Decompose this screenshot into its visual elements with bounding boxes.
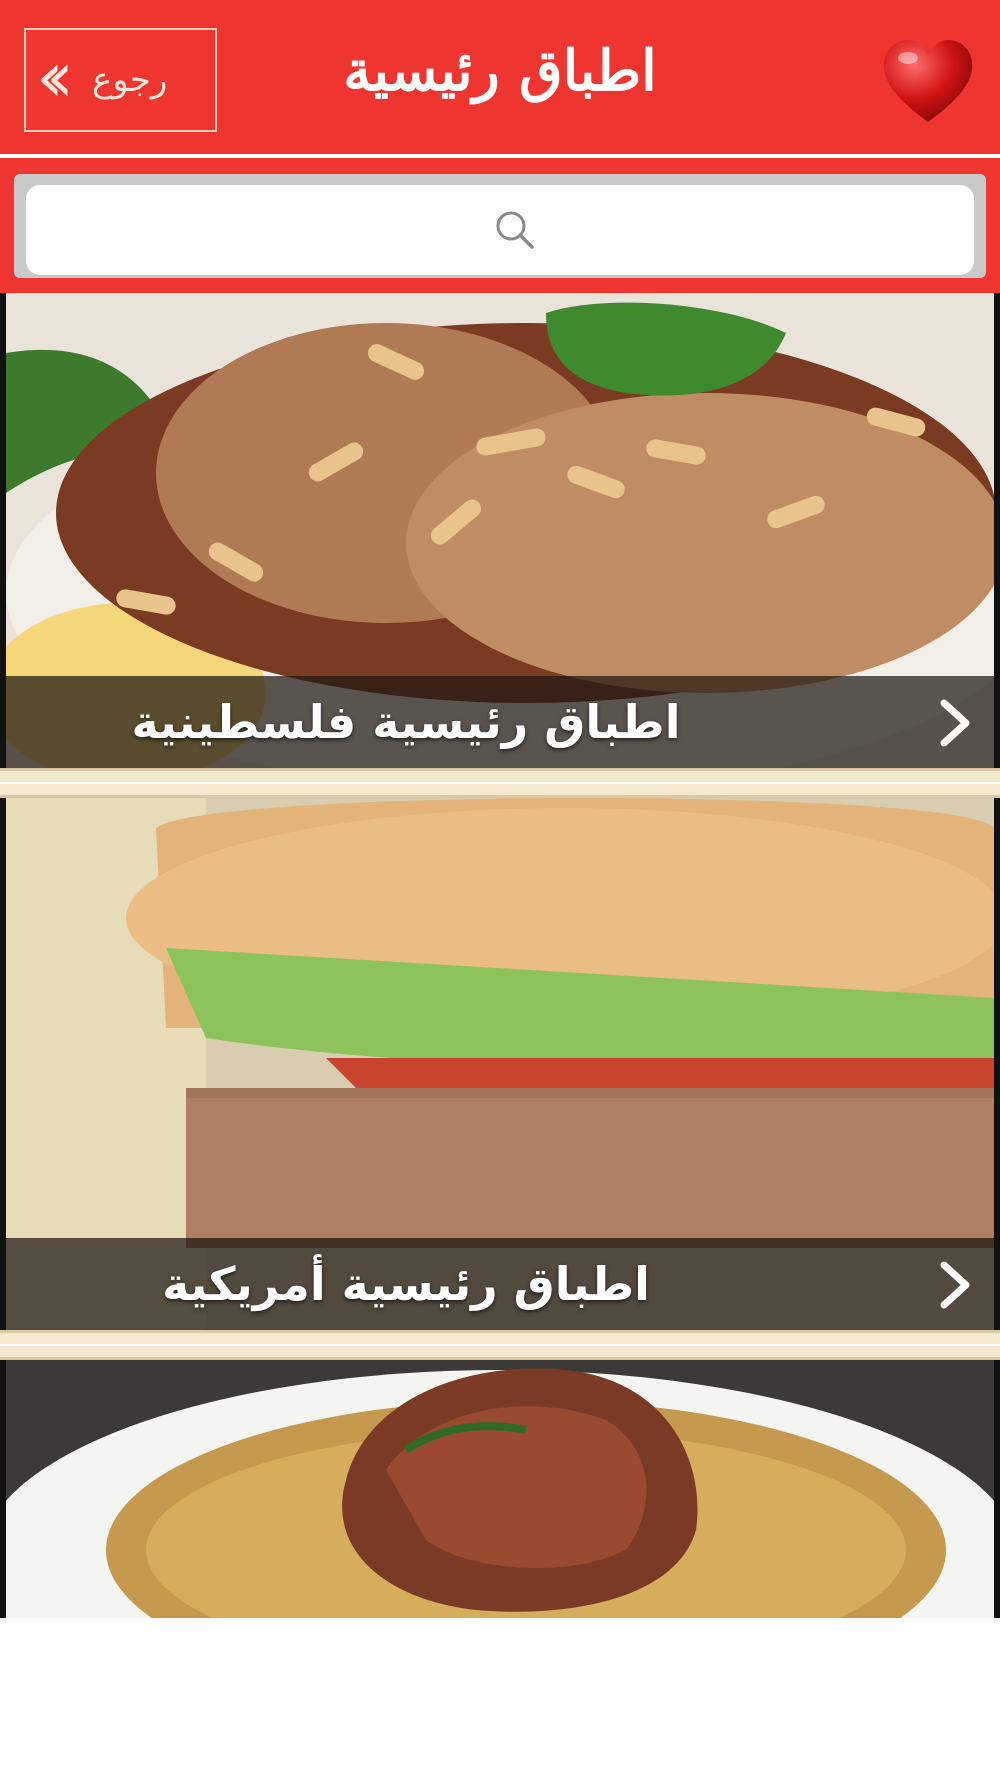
category-title: اطباق رئيسية أمريكية bbox=[162, 1257, 650, 1311]
category-title: اطباق رئيسية فلسطينية bbox=[131, 695, 681, 749]
search-input[interactable] bbox=[26, 185, 974, 275]
heart-icon[interactable] bbox=[878, 30, 978, 130]
double-chevron-left-icon: ‹‹ bbox=[36, 36, 74, 118]
chevron-right-icon bbox=[940, 699, 970, 747]
separator-line bbox=[0, 782, 1000, 784]
search-icon bbox=[496, 211, 534, 249]
top-bar: ‹‹ رجوع اطباق رئيسية bbox=[0, 0, 1000, 155]
category-card[interactable]: اطباق رئيسية فلسطينية bbox=[0, 293, 1000, 768]
back-button-label: رجوع bbox=[92, 60, 168, 100]
card-separator bbox=[0, 1330, 1000, 1360]
category-caption[interactable]: اطباق رئيسية فلسطينية bbox=[6, 676, 994, 768]
back-button[interactable]: ‹‹ رجوع bbox=[24, 28, 217, 132]
chevron-right-icon bbox=[940, 1261, 970, 1309]
category-caption[interactable]: اطباق رئيسية أمريكية bbox=[6, 1238, 994, 1330]
separator-line bbox=[0, 1344, 1000, 1346]
category-card[interactable] bbox=[0, 1360, 1000, 1618]
page-title: اطباق رئيسية bbox=[343, 38, 657, 104]
dish-photo bbox=[6, 1360, 994, 1618]
category-card[interactable]: اطباق رئيسية أمريكية bbox=[0, 798, 1000, 1330]
card-separator bbox=[0, 768, 1000, 798]
